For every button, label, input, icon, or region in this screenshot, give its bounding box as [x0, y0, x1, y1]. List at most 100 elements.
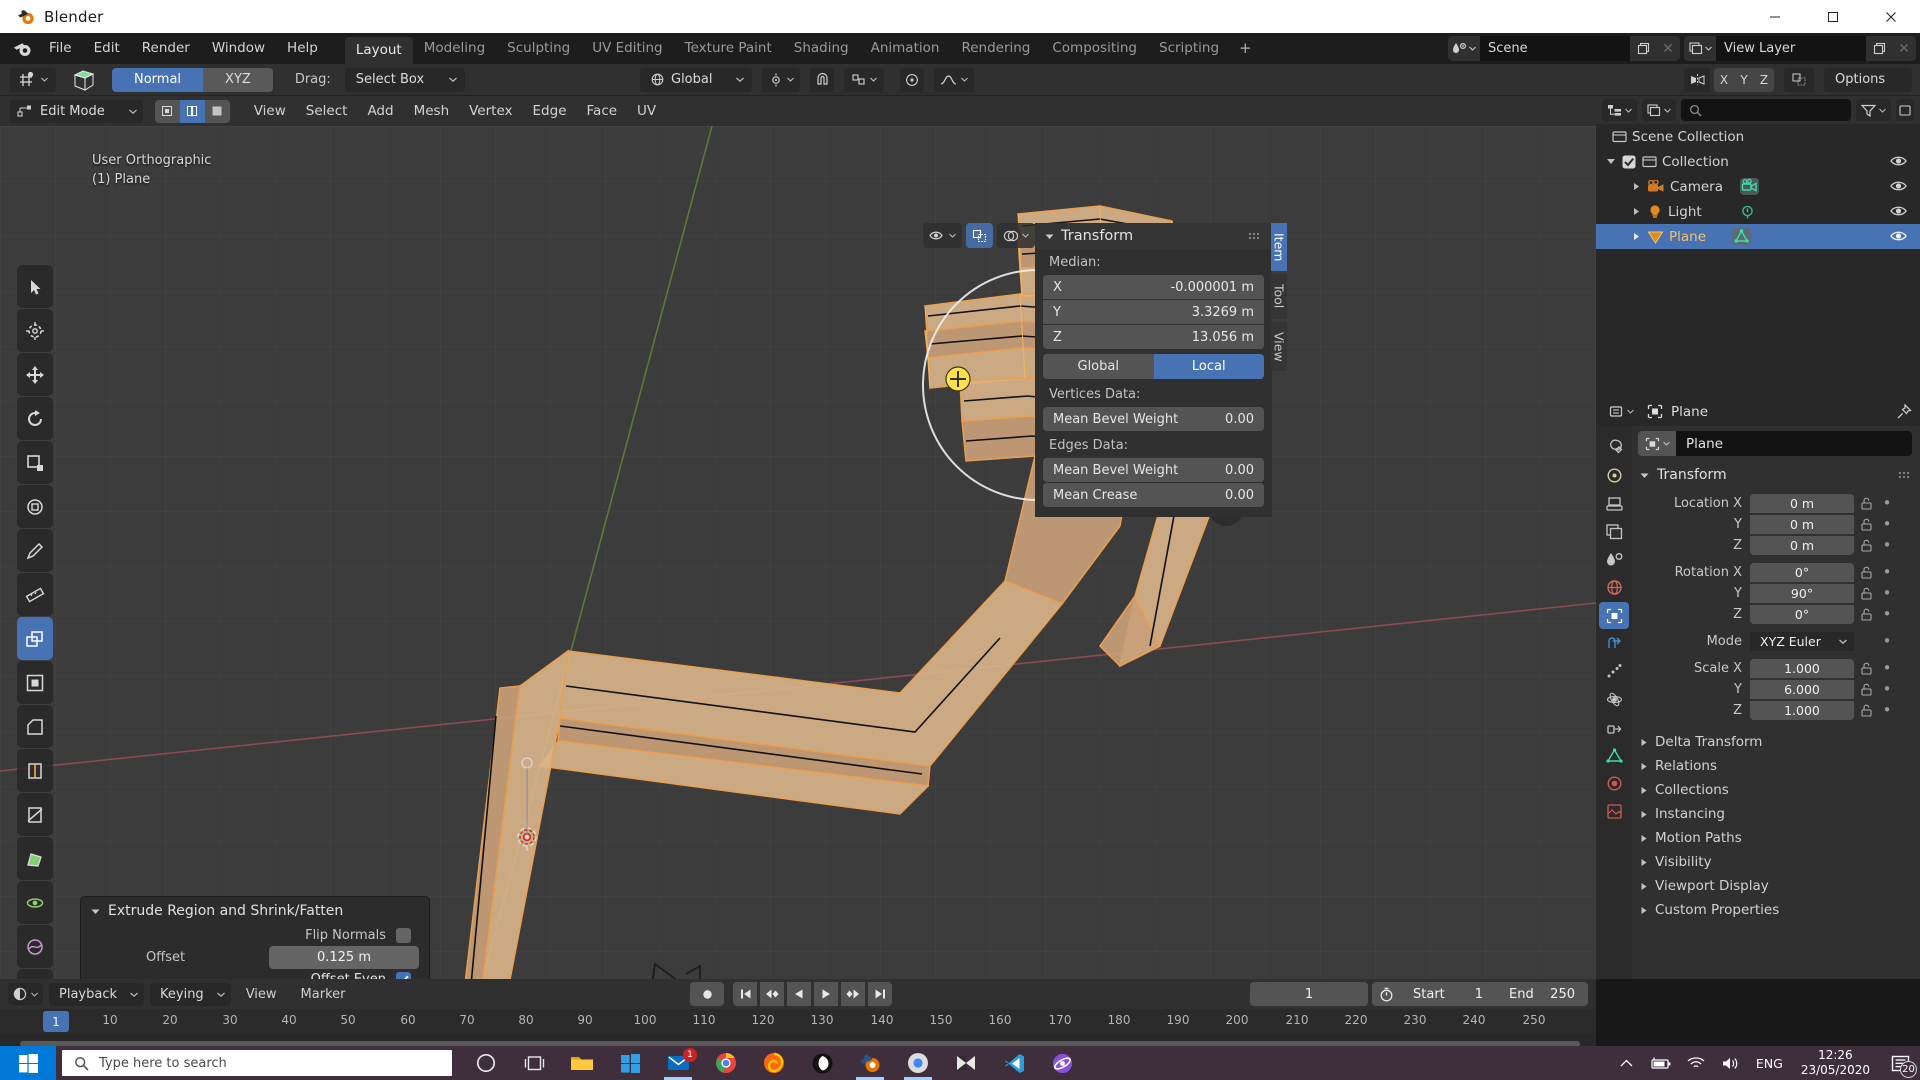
taskbar-search-input[interactable]: Type here to search — [62, 1050, 452, 1076]
outliner-editor-type-dropdown[interactable] — [1602, 99, 1637, 121]
viewport-menu-vertex[interactable]: Vertex — [459, 103, 522, 119]
location-z-field[interactable]: 0 m — [1750, 535, 1854, 555]
tool-scale[interactable] — [17, 441, 53, 484]
orientation-xyz-button[interactable]: XYZ — [203, 67, 273, 92]
scale-x-field[interactable]: 1.000 — [1750, 658, 1854, 678]
active-tool-icon[interactable] — [10, 67, 56, 92]
expand-triangle-icon[interactable] — [1606, 157, 1616, 166]
file-explorer-icon[interactable] — [558, 1046, 606, 1080]
end-frame-field[interactable]: End 250 — [1496, 982, 1588, 1006]
keying-dropdown[interactable]: Keying — [150, 982, 231, 1006]
property-row-rotation-y[interactable]: Y 90° • — [1632, 583, 1920, 603]
tab-modifiers[interactable] — [1599, 630, 1629, 657]
tab-material[interactable] — [1599, 770, 1629, 797]
menu-window[interactable]: Window — [201, 36, 276, 61]
playback-dropdown[interactable]: Playback — [49, 982, 145, 1006]
workspace-tab-uv-editing[interactable]: UV Editing — [581, 33, 673, 64]
workspace-tab-sculpting[interactable]: Sculpting — [496, 33, 581, 64]
sidebar-tab-tool[interactable]: Tool — [1271, 274, 1287, 319]
tab-particles[interactable] — [1599, 658, 1629, 685]
visibility-eye-icon[interactable] — [1890, 154, 1907, 168]
tool-spin[interactable] — [17, 881, 53, 924]
play-reverse-button[interactable] — [787, 982, 811, 1006]
mesh-object-plane[interactable] — [0, 126, 1596, 979]
wifi-icon[interactable] — [1679, 1056, 1713, 1070]
workspace-tab-compositing[interactable]: Compositing — [1041, 33, 1148, 64]
unreal-engine-icon[interactable] — [798, 1046, 846, 1080]
expand-triangle-icon[interactable] — [1632, 182, 1641, 191]
battery-icon[interactable] — [1641, 1057, 1679, 1070]
tab-world[interactable] — [1599, 574, 1629, 601]
tool-bevel[interactable] — [17, 705, 53, 748]
tab-constraints[interactable] — [1599, 714, 1629, 741]
orientation-normal-button[interactable]: Normal — [112, 67, 204, 92]
blender-menu-icon[interactable] — [8, 36, 38, 62]
3d-viewport[interactable]: User Orthographic (1) Plane Transform Me… — [0, 126, 1596, 979]
tool-extrude-region[interactable] — [17, 617, 53, 660]
viewport-menu-view[interactable]: View — [244, 103, 296, 119]
viewport-menu-uv[interactable]: UV — [627, 103, 666, 119]
operator-row-flip-normals[interactable]: Flip Normals — [91, 928, 411, 943]
timeline-ruler[interactable]: 1 10 20 30 40 50 60 70 80 90 100 110 120… — [0, 1009, 1596, 1034]
animate-dot-icon[interactable]: • — [1878, 515, 1896, 533]
mirror-x-button[interactable]: X — [1714, 67, 1734, 92]
microsoft-store-icon[interactable] — [606, 1046, 654, 1080]
timeline-playhead[interactable]: 1 — [43, 1011, 69, 1032]
tool-inset-faces[interactable] — [17, 661, 53, 704]
tool-edge-slide[interactable] — [17, 969, 53, 979]
animate-dot-icon[interactable]: • — [1878, 563, 1896, 581]
lock-icon[interactable] — [1854, 683, 1878, 696]
overlays-dropdown[interactable] — [997, 223, 1035, 248]
subpanel-custom-properties[interactable]: Custom Properties — [1632, 898, 1920, 922]
outliner-search-input[interactable] — [1681, 99, 1851, 121]
tool-annotate[interactable] — [17, 529, 53, 572]
vscode-icon[interactable] — [990, 1046, 1038, 1080]
property-row-location-x[interactable]: Location X 0 m • — [1632, 493, 1920, 513]
rotation-x-field[interactable]: 0° — [1750, 562, 1854, 582]
chrome-icon[interactable] — [702, 1046, 750, 1080]
animate-dot-icon[interactable]: • — [1878, 494, 1896, 512]
median-y-field[interactable]: Y 3.3269 m — [1043, 300, 1264, 324]
next-keyframe-button[interactable] — [841, 982, 865, 1006]
workspace-tab-rendering[interactable]: Rendering — [950, 33, 1041, 64]
outliner-row-collection[interactable]: Collection — [1596, 149, 1920, 174]
play-button[interactable] — [814, 982, 838, 1006]
workspace-tab-texture-paint[interactable]: Texture Paint — [674, 33, 783, 64]
outliner-row-plane[interactable]: Plane — [1596, 224, 1920, 249]
property-row-rotation-z[interactable]: Z 0° • — [1632, 604, 1920, 624]
lock-icon[interactable] — [1854, 608, 1878, 621]
location-y-field[interactable]: 0 m — [1750, 514, 1854, 534]
blender-icon[interactable] — [846, 1046, 894, 1080]
viewport-menu-edge[interactable]: Edge — [523, 103, 577, 119]
view-layer-selector[interactable]: View Layer ✕ — [1684, 36, 1916, 61]
subpanel-collections[interactable]: Collections — [1632, 778, 1920, 802]
tab-texture[interactable] — [1599, 798, 1629, 825]
animate-dot-icon[interactable]: • — [1878, 632, 1896, 650]
animate-dot-icon[interactable]: • — [1878, 680, 1896, 698]
subpanel-motion-paths[interactable]: Motion Paths — [1632, 826, 1920, 850]
jump-to-start-button[interactable] — [733, 982, 757, 1006]
workspace-tab-animation[interactable]: Animation — [860, 33, 951, 64]
property-row-scale-y[interactable]: Y 6.000 • — [1632, 679, 1920, 699]
vertices-mean-bevel-weight-field[interactable]: Mean Bevel Weight 0.00 — [1043, 407, 1264, 431]
median-space-local-button[interactable]: Local — [1153, 354, 1264, 379]
animate-dot-icon[interactable]: • — [1878, 536, 1896, 554]
property-row-rotation-x[interactable]: Rotation X 0° • — [1632, 562, 1920, 582]
flip-normals-checkbox[interactable] — [396, 928, 411, 943]
object-name-field[interactable]: Plane — [1638, 431, 1912, 456]
edge-select-mode-button[interactable] — [179, 99, 205, 123]
property-row-rotation-mode[interactable]: Mode XYZ Euler • — [1632, 631, 1920, 651]
xray-button[interactable] — [966, 223, 993, 248]
menu-help[interactable]: Help — [276, 36, 329, 61]
rotation-mode-dropdown[interactable]: XYZ Euler — [1750, 631, 1854, 651]
outliner-new-collection-button[interactable] — [1896, 99, 1914, 121]
median-x-field[interactable]: X -0.000001 m — [1043, 275, 1264, 299]
cortana-icon[interactable] — [462, 1046, 510, 1080]
pin-icon[interactable] — [1896, 403, 1912, 420]
transform-orientation-dropdown[interactable]: Global — [640, 67, 752, 92]
tab-scene[interactable] — [1599, 546, 1629, 573]
properties-transform-header[interactable]: Transform — [1632, 462, 1920, 488]
expand-triangle-icon[interactable] — [1632, 207, 1641, 216]
viewport-menu-mesh[interactable]: Mesh — [404, 103, 460, 119]
tool-measure[interactable] — [17, 573, 53, 616]
